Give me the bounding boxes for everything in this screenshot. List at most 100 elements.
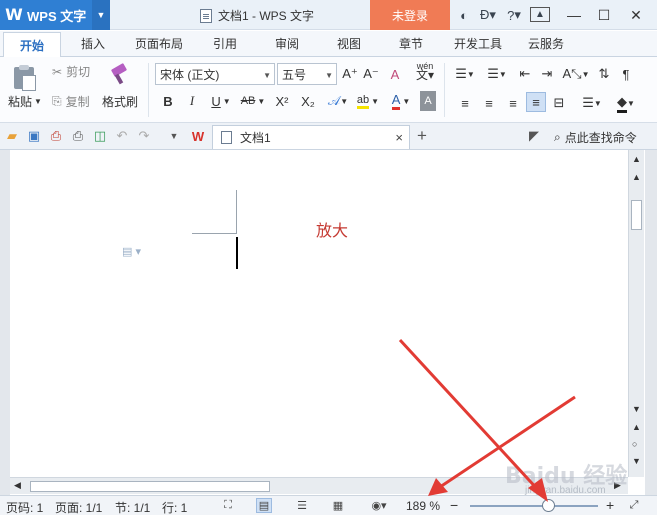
scroll-left-icon[interactable]: ◀ bbox=[14, 480, 21, 491]
text-direction-button[interactable]: A⤡ ▼ bbox=[562, 64, 590, 84]
sort-button[interactable]: ⇅ bbox=[596, 64, 612, 84]
align-left-button[interactable]: ≡ bbox=[456, 93, 474, 113]
redo-icon[interactable]: ↷ bbox=[136, 128, 152, 144]
login-button[interactable]: 未登录 bbox=[370, 0, 450, 30]
format-painter-button[interactable]: 格式刷 bbox=[102, 93, 138, 110]
zoom-out-button[interactable]: − bbox=[450, 497, 458, 513]
line-spacing-button[interactable]: ☰ ▼ bbox=[578, 93, 606, 113]
new-tab-button[interactable]: + bbox=[417, 126, 427, 146]
clear-format-button[interactable]: A bbox=[386, 64, 404, 84]
page-view-icon[interactable]: ▤ bbox=[256, 498, 272, 513]
decrease-indent-button[interactable]: ⇤ bbox=[516, 64, 534, 84]
copy-button[interactable]: ⎘ 复制 bbox=[52, 93, 90, 110]
text-effect-icon: 𝒜 bbox=[327, 93, 341, 108]
tab-review[interactable]: 审阅 bbox=[264, 31, 310, 57]
page-count[interactable]: 页面: 1/1 bbox=[55, 499, 102, 515]
zoom-slider-handle[interactable] bbox=[542, 499, 555, 512]
tab-insert[interactable]: 插入 bbox=[70, 31, 116, 57]
zoom-in-button[interactable]: + bbox=[606, 497, 614, 513]
tab-view[interactable]: 视图 bbox=[326, 31, 372, 57]
scroll-down-icon[interactable]: ▼ bbox=[632, 404, 641, 414]
line-number[interactable]: 行: 1 bbox=[162, 499, 187, 515]
shading-fill-button[interactable]: ◆ ▼ bbox=[612, 93, 640, 113]
format-painter-icon[interactable] bbox=[108, 63, 132, 87]
tab-chapter[interactable]: 章节 bbox=[388, 31, 434, 57]
tab-home[interactable]: 开始 bbox=[3, 32, 61, 58]
tab-page-layout[interactable]: 页面布局 bbox=[126, 31, 192, 57]
font-size-select[interactable]: 五号 ▼ bbox=[277, 63, 337, 85]
grow-font-button[interactable]: A⁺ bbox=[341, 64, 359, 84]
bold-button[interactable]: B bbox=[160, 91, 176, 111]
previous-page-icon[interactable]: ▲ bbox=[632, 422, 641, 432]
scroll-up-icon[interactable]: ▲ bbox=[632, 172, 641, 182]
copy-label: 复制 bbox=[65, 95, 90, 109]
scroll-up-icon[interactable]: ▲ bbox=[632, 154, 641, 164]
feedback-icon[interactable]: Ð▾ bbox=[478, 6, 498, 24]
font-color-icon: A bbox=[391, 92, 401, 110]
document-canvas[interactable] bbox=[10, 150, 628, 477]
document-tab[interactable]: 文档1 × bbox=[212, 125, 410, 149]
next-page-icon[interactable]: ▼ bbox=[632, 456, 641, 466]
close-tab-icon[interactable]: × bbox=[395, 130, 403, 145]
vertical-scrollbar[interactable]: ▲ ▲ ▼ ▲ ○ ▼ bbox=[628, 150, 644, 477]
undo-icon[interactable]: ↶ bbox=[114, 128, 130, 144]
superscript-button[interactable]: X² bbox=[272, 91, 292, 111]
cut-button[interactable]: ✂ 剪切 bbox=[52, 63, 90, 80]
search-icon: ⌕ bbox=[554, 130, 561, 144]
command-search[interactable]: ⌕ 点此查找命令 bbox=[554, 129, 637, 146]
show-marks-button[interactable]: ¶ bbox=[618, 64, 634, 84]
numbering-button[interactable]: ☰ ▼ bbox=[484, 64, 510, 84]
section-count[interactable]: 节: 1/1 bbox=[115, 499, 150, 515]
subscript-button[interactable]: X₂ bbox=[298, 91, 318, 111]
outline-view-icon[interactable]: ☰ bbox=[294, 498, 310, 513]
paste-button[interactable]: 粘贴 ▼ bbox=[8, 93, 42, 110]
tab-cloud[interactable]: 云服务 bbox=[518, 31, 574, 57]
text-effect-button[interactable]: 𝒜 ▼ bbox=[326, 91, 350, 111]
minimize-button[interactable]: — bbox=[562, 4, 586, 26]
tab-developer[interactable]: 开发工具 bbox=[446, 31, 510, 57]
align-center-button[interactable]: ≡ bbox=[480, 93, 498, 113]
open-folder-icon[interactable]: ▰ bbox=[4, 128, 20, 144]
horizontal-scroll-thumb[interactable] bbox=[30, 481, 270, 492]
highlight-button[interactable]: ab ▼ bbox=[354, 91, 382, 111]
fit-window-icon[interactable]: ⤢ bbox=[626, 498, 642, 513]
customize-toolbar-icon[interactable]: ▼ bbox=[166, 128, 182, 144]
save-icon[interactable]: ▣ bbox=[26, 128, 42, 144]
align-right-button[interactable]: ≡ bbox=[504, 93, 522, 113]
reading-view-icon[interactable]: ▦ bbox=[330, 498, 346, 513]
italic-button[interactable]: I bbox=[184, 91, 200, 111]
underline-button[interactable]: U ▼ bbox=[208, 91, 234, 111]
justify-button[interactable]: ≡ bbox=[526, 92, 546, 112]
phonetic-guide-button[interactable]: wén 文▾ bbox=[412, 61, 438, 82]
vertical-scroll-thumb[interactable] bbox=[631, 200, 642, 230]
paste-icon[interactable] bbox=[12, 65, 36, 91]
font-color-button[interactable]: A ▼ bbox=[388, 91, 414, 111]
page-number[interactable]: 页码: 1 bbox=[6, 499, 43, 515]
tab-references[interactable]: 引用 bbox=[202, 31, 248, 57]
command-panel-icon[interactable]: ◤ bbox=[526, 128, 542, 144]
wps-home-icon[interactable]: W bbox=[190, 128, 206, 144]
app-menu-button[interactable]: W WPS 文字 ▼ bbox=[0, 0, 110, 30]
strikethrough-button[interactable]: AB ▼ bbox=[238, 91, 268, 111]
increase-indent-button[interactable]: ⇥ bbox=[538, 64, 556, 84]
paragraph-handle-icon[interactable]: ▤ ▾ bbox=[122, 245, 141, 258]
select-browse-object-icon[interactable]: ○ bbox=[632, 439, 637, 449]
zoom-slider-track[interactable] bbox=[470, 505, 598, 507]
shrink-font-button[interactable]: A⁻ bbox=[362, 64, 380, 84]
help-button[interactable]: ? ▾ bbox=[504, 6, 524, 24]
print-icon[interactable]: ⎙ bbox=[70, 128, 86, 144]
skin-icon[interactable]: ◐ bbox=[456, 6, 472, 24]
close-window-button[interactable]: ✕ bbox=[624, 4, 648, 26]
maximize-button[interactable]: ☐ bbox=[592, 4, 616, 26]
zoom-level[interactable]: 189 % bbox=[406, 499, 440, 513]
chevron-down-icon[interactable]: ▼ bbox=[92, 0, 110, 30]
eye-protection-icon[interactable]: ◉▾ bbox=[366, 498, 392, 513]
font-name-select[interactable]: 宋体 (正文) ▼ bbox=[155, 63, 275, 85]
export-pdf-icon[interactable]: ⎙ bbox=[48, 128, 64, 144]
character-shading-button[interactable]: A bbox=[420, 91, 436, 111]
print-preview-icon[interactable]: ◫ bbox=[92, 128, 108, 144]
bullets-button[interactable]: ☰ ▼ bbox=[452, 64, 478, 84]
restore-toolbar-icon[interactable]: ▲ bbox=[530, 7, 550, 22]
fullscreen-view-icon[interactable]: ⛶ bbox=[220, 498, 236, 513]
distributed-align-button[interactable]: ⊟ bbox=[550, 93, 568, 113]
